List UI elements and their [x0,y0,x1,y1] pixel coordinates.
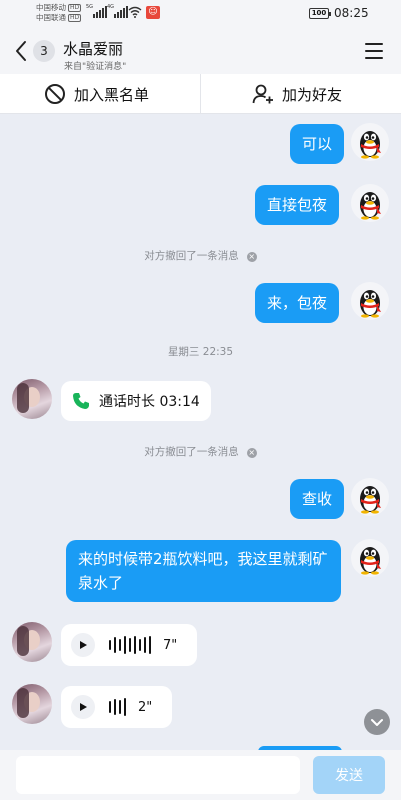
timestamp: 星期三 22:35 [167,346,234,358]
voice-message-bubble[interactable]: 7" [61,624,197,666]
send-button[interactable]: 发送 [313,756,385,794]
carrier-2: 中国联通 HD [36,13,82,22]
add-friend-label: 加为好友 [282,85,343,104]
contact-avatar[interactable] [12,379,52,419]
block-button[interactable]: 加入黑名单 [44,74,149,114]
play-icon[interactable] [71,695,95,719]
network-type-2: 4G [107,4,115,10]
voice-duration: 7" [163,637,178,653]
add-friend-button[interactable]: 加为好友 [252,74,342,114]
signal-icon [93,6,107,18]
stranger-action-bar: 加入黑名单 加为好友 [0,74,401,114]
network-type-1: 5G [86,4,94,10]
carrier-1: 中国移动 HD [36,3,82,12]
my-avatar[interactable] [351,539,389,577]
play-icon[interactable] [71,633,95,657]
contact-avatar[interactable] [12,622,52,662]
chevron-down-icon [371,719,383,726]
input-bar: 发送 [0,750,401,800]
clock: 08:25 [334,6,369,20]
voice-message-bubble[interactable]: 2" [61,686,172,728]
message-bubble-outgoing[interactable]: 查收 [290,479,345,519]
voice-waveform-icon [109,697,126,717]
my-avatar[interactable] [351,123,389,161]
message-bubble-outgoing[interactable]: 来，包夜 [255,283,340,323]
recall-info-icon: × [246,252,257,262]
phone-icon [73,393,89,409]
my-avatar[interactable] [351,282,389,320]
call-duration-text: 通话时长 03:14 [99,394,200,410]
battery-icon: 100 [309,8,331,19]
chat-header: 3 水晶爱丽 来自"验证消息" [0,28,401,74]
message-bubble-outgoing[interactable]: 直接包夜 [255,185,340,225]
call-record-bubble[interactable]: 通话时长 03:14 [61,381,211,421]
message-input[interactable] [16,756,300,794]
divider [200,74,201,114]
my-avatar[interactable] [351,184,389,222]
recall-notice: 对方撤回了一条消息 × [144,250,257,262]
contact-name: 水晶爱丽 [63,40,124,58]
voice-duration: 2" [138,699,153,715]
block-label: 加入黑名单 [74,85,150,104]
recall-info-icon: × [246,448,257,458]
voice-waveform-icon [109,635,151,655]
message-bubble-outgoing[interactable]: 来的时候带2瓶饮料吧，我这里就剩矿泉水了 [66,540,341,602]
status-bar: 中国移动 HD 中国联通 HD 5G 4G ☺ 100 08:25 [0,0,401,28]
back-icon[interactable] [14,40,28,62]
scroll-to-bottom-button[interactable] [364,709,390,735]
contact-avatar[interactable] [12,684,52,724]
add-user-icon [252,84,273,104]
signal-icon-2 [114,6,128,18]
menu-icon[interactable] [365,43,383,59]
recall-notice: 对方撤回了一条消息 × [144,446,257,458]
my-avatar[interactable] [351,478,389,516]
notification-alert-icon: ☺ [146,6,160,19]
unread-count-badge[interactable]: 3 [33,40,55,62]
message-bubble-outgoing[interactable]: 可以 [290,124,345,164]
block-icon [45,84,65,104]
wifi-icon [128,6,142,18]
contact-source: 来自"验证消息" [64,62,127,72]
